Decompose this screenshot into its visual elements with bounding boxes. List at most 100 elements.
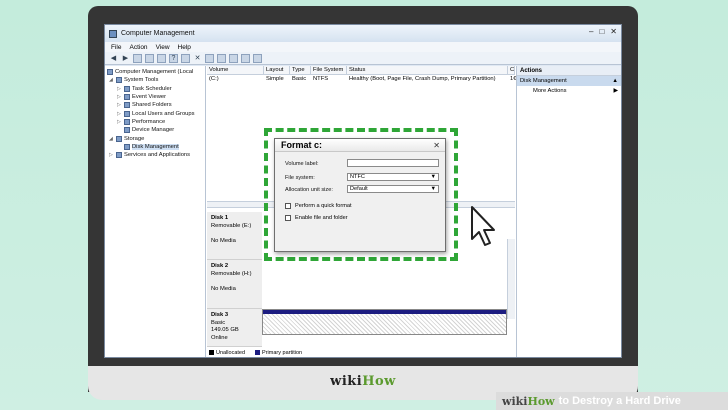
column-type[interactable]: Type: [290, 66, 311, 74]
type-cell: Basic: [292, 76, 307, 82]
users-icon: [124, 110, 130, 117]
dropdown-arrow-icon: ▼: [430, 174, 436, 180]
tree-item-performance[interactable]: ▷ Performance: [105, 118, 205, 126]
tree-item-event-viewer[interactable]: ▷ Event Viewer: [105, 93, 205, 101]
window-title: Computer Management: [121, 30, 195, 37]
actions-disk-management[interactable]: Disk Management ▲: [517, 76, 621, 86]
column-status[interactable]: Status: [347, 66, 508, 74]
column-c[interactable]: C: [508, 66, 515, 74]
expand-icon[interactable]: ▷: [117, 94, 123, 100]
actions-pane: Actions Disk Management ▲ More Actions ▶: [516, 66, 621, 357]
layout-cell: Simple: [266, 76, 284, 82]
dropdown-arrow-icon: ▼: [430, 186, 436, 192]
minimize-icon[interactable]: –: [589, 27, 593, 36]
more-actions[interactable]: More Actions ▶: [517, 86, 621, 96]
allocation-unit-label: Allocation unit size:: [285, 187, 333, 193]
tree-item-computer-management[interactable]: Computer Management (Local: [105, 68, 205, 76]
expand-icon[interactable]: ▷: [117, 119, 123, 125]
storage-icon: [116, 135, 122, 142]
menu-help[interactable]: Help: [178, 44, 191, 51]
view-icon[interactable]: [181, 53, 190, 63]
fs-cell: NTFS: [313, 76, 329, 82]
show-tree-icon[interactable]: [145, 53, 154, 63]
checkbox-icon[interactable]: [285, 215, 291, 221]
key-icon[interactable]: [241, 53, 250, 63]
dialog-close-icon[interactable]: ✕: [433, 141, 440, 150]
legend-unallocated: Unallocated: [209, 350, 245, 356]
folder-icon: [124, 102, 130, 109]
caption-logo: wikiHow: [502, 394, 555, 408]
forward-arrow-icon[interactable]: ▶: [121, 54, 130, 63]
collapse-icon[interactable]: ◢: [109, 136, 115, 142]
settings-icon[interactable]: [253, 53, 262, 63]
wikihow-logo: wikiHow: [330, 374, 396, 389]
volume-label-label: Volume label:: [285, 161, 319, 167]
expand-icon[interactable]: ▷: [117, 86, 123, 92]
partition-body: [263, 314, 506, 334]
disk-2-info[interactable]: Disk 2 Removable (H:) No Media: [207, 260, 262, 309]
menu-action[interactable]: Action: [129, 44, 147, 51]
file-system-select[interactable]: NTFC ▼: [347, 173, 439, 181]
mouse-cursor-icon: [471, 206, 495, 246]
disk-3-partition[interactable]: [262, 309, 507, 335]
computer-icon: [107, 69, 113, 76]
compression-checkbox[interactable]: Enable file and folder: [285, 215, 348, 221]
column-layout[interactable]: Layout: [264, 66, 290, 74]
disk-icon[interactable]: [205, 53, 214, 63]
unallocated-swatch-icon: [209, 350, 214, 356]
tree-item-system-tools[interactable]: ◢ System Tools: [105, 76, 205, 84]
disk-3-info[interactable]: Disk 3 Basic 149.05 GB Online: [207, 309, 262, 347]
volume-label-input[interactable]: [347, 159, 439, 167]
maximize-icon[interactable]: □: [599, 27, 604, 36]
disk-1-info[interactable]: Disk 1 Removable (E:) No Media: [207, 212, 262, 260]
primary-swatch-icon: [255, 350, 261, 356]
expand-icon[interactable]: ▷: [117, 102, 123, 108]
format-dialog: Format c: ✕ Volume label: File system: N…: [274, 138, 446, 252]
column-file-system[interactable]: File System: [311, 66, 347, 74]
event-icon: [124, 94, 130, 101]
clock-icon: [124, 85, 130, 92]
back-arrow-icon[interactable]: ◀: [109, 54, 118, 63]
performance-icon: [124, 118, 130, 125]
submenu-arrow-icon: ▶: [613, 88, 618, 94]
tree-item-task-scheduler[interactable]: ▷ Task Scheduler: [105, 85, 205, 93]
checkbox-icon[interactable]: [285, 203, 291, 209]
dialog-title: Format c:: [275, 139, 445, 152]
column-volume[interactable]: Volume: [207, 66, 264, 74]
tree-item-storage[interactable]: ◢ Storage: [105, 134, 205, 142]
tree-item-disk-management[interactable]: Disk Management: [105, 143, 205, 151]
app-icon: [109, 29, 117, 38]
legend-primary: Primary partition: [255, 350, 302, 356]
menu-file[interactable]: File: [111, 44, 121, 51]
delete-icon[interactable]: ✕: [193, 54, 202, 63]
collapse-arrow-icon[interactable]: ▲: [612, 78, 618, 84]
title-bar: Computer Management – □ ✕: [105, 25, 621, 42]
table-row[interactable]: (C:) Simple Basic NTFS Healthy (Boot, Pa…: [207, 75, 516, 83]
tree-item-shared-folders[interactable]: ▷ Shared Folders: [105, 101, 205, 109]
collapse-icon[interactable]: ◢: [109, 77, 115, 83]
allocation-unit-select[interactable]: Default ▼: [347, 185, 439, 193]
quick-format-checkbox[interactable]: Perform a quick format: [285, 203, 352, 209]
vertical-scrollbar[interactable]: [507, 239, 515, 319]
file-system-label: File system:: [285, 175, 315, 181]
tree-item-device-manager[interactable]: Device Manager: [105, 126, 205, 134]
volume-cell: (C:): [209, 76, 219, 82]
toolbar: ◀ ▶ ? ✕: [105, 52, 621, 65]
close-icon[interactable]: ✕: [610, 27, 617, 36]
search-icon[interactable]: [229, 53, 238, 63]
menu-view[interactable]: View: [156, 44, 170, 51]
menu-bar: File Action View Help: [105, 42, 621, 52]
actions-header: Actions: [517, 66, 621, 76]
device-icon: [124, 127, 130, 134]
expand-icon[interactable]: ▷: [117, 111, 123, 117]
help-icon[interactable]: ?: [169, 53, 178, 63]
tools-icon: [116, 77, 122, 84]
tree-item-local-users[interactable]: ▷ Local Users and Groups: [105, 109, 205, 117]
open-icon[interactable]: [217, 53, 226, 63]
expand-icon[interactable]: ▷: [109, 152, 115, 158]
properties-icon[interactable]: [157, 53, 166, 63]
navigation-tree: Computer Management (Local ◢ System Tools…: [105, 66, 206, 357]
up-folder-icon[interactable]: [133, 53, 142, 63]
tree-item-services[interactable]: ▷ Services and Applications: [105, 151, 205, 159]
legend: Unallocated Primary partition: [209, 350, 302, 356]
